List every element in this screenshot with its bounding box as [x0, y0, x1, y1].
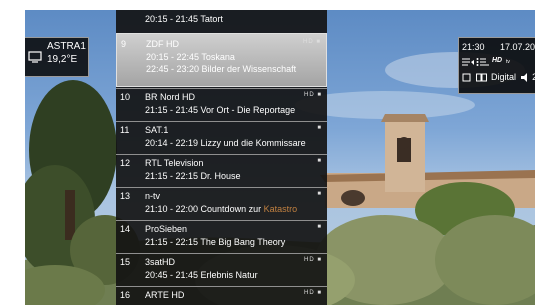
program-now-text: 20:14 - 22:19 Lizzy und die Kommissare: [145, 138, 306, 148]
channel-row[interactable]: 11 SAT.1 ■ 20:14 - 22:19 Lizzy und die Komm…: [116, 121, 327, 154]
speaker-icon: [520, 73, 527, 83]
status-info-row: Digital 2: [462, 72, 535, 83]
channel-number: 13: [120, 191, 131, 201]
channel-number: 11: [120, 125, 130, 135]
channel-number: 8: [120, 10, 125, 11]
program-now: 20:15 - 22:45 Toskana: [146, 52, 235, 62]
program-now: 20:14 - 22:19 Lizzy und die Kommissare: [145, 138, 306, 148]
program-now-text: 20:15 - 21:45 Tatort: [145, 14, 223, 24]
list-icon: [476, 58, 489, 66]
status-icons-row: HD tv: [462, 57, 534, 69]
channel-row[interactable]: 16 ARTE HD HD ■: [116, 286, 327, 305]
channel-number: 10: [120, 92, 131, 102]
channel-badges: ■: [317, 125, 322, 131]
channel-name: 3satHD: [145, 257, 176, 267]
channel-number: 9: [121, 39, 127, 49]
channel-name: BR Nord HD: [145, 92, 196, 102]
program-now: 20:15 - 21:45 Tatort: [145, 14, 223, 24]
channel-row[interactable]: 14 ProSieben ■ 21:15 - 22:15 The Big Bang T…: [116, 220, 327, 253]
program-now: 21:15 - 22:15 Dr. House: [145, 171, 241, 181]
program-now-text: 21:15 - 22:15 The Big Bang Theory: [145, 237, 286, 247]
channel-row[interactable]: 12 RTL Television ■ 21:15 - 22:15 Dr. House: [116, 154, 327, 187]
channel-name: ARTE HD: [145, 290, 185, 300]
channel-name: ZDF HD: [146, 39, 179, 49]
channel-name: n-tv: [145, 191, 161, 201]
channel-name: SAT.1: [145, 125, 169, 135]
program-next: 22:45 - 23:20 Bilder der Wissenschaft: [146, 64, 297, 74]
channel-name: Das Erste HD: [145, 10, 200, 11]
program-now-text: 21:10 - 22:00 Countdown zur: [145, 204, 264, 214]
channel-number: 16: [120, 290, 131, 300]
satellite-source-box: ASTRA1 19,2°E: [25, 37, 89, 77]
channel-list[interactable]: 8 Das Erste HD HD ■ 20:15 - 21:45 Tatort 9 ZD…: [116, 10, 327, 305]
subtitle-icon: [462, 58, 474, 66]
clock-date: 17.07.20: [500, 42, 535, 52]
hd-tv-icon: HD: [492, 57, 503, 64]
channel-row-selected[interactable]: 9 ZDF HD HD ■ 20:15 - 22:45 Toskana 22:45 - …: [116, 33, 327, 87]
channel-badges: ■: [317, 191, 322, 197]
program-now-text: 20:45 - 21:45 Erlebnis Natur: [145, 270, 258, 280]
antenna-icon: [462, 73, 471, 82]
channel-badges: ■: [317, 158, 322, 164]
tv-icon: [28, 51, 42, 63]
channel-number: 15: [120, 257, 131, 267]
satellite-name: ASTRA1: [47, 41, 86, 52]
channel-badges: HD ■: [304, 92, 322, 98]
channel-name: RTL Television: [145, 158, 204, 168]
program-now: 21:15 - 21:45 Vor Ort - Die Reportage: [145, 105, 295, 115]
tv-screen: ASTRA1 19,2°E 21:30 17.07.20 HD tv Digit…: [25, 10, 535, 305]
satellite-position: 19,2°E: [47, 54, 78, 65]
channel-row[interactable]: 15 3satHD HD ■ 20:45 - 21:45 Erlebnis Natur: [116, 253, 327, 286]
channel-badges: HD ■: [304, 257, 322, 263]
reception-mode: Digital: [491, 72, 517, 82]
channel-row[interactable]: 8Das Erste HDHD ■20:15 - 21:45 Tatort: [116, 10, 327, 24]
channel-badges: ■: [317, 224, 322, 230]
channel-badges: HD ■: [304, 290, 322, 296]
program-now-text: 21:15 - 22:15 Dr. House: [145, 171, 241, 181]
program-now-text: 21:15 - 21:45 Vor Ort - Die Reportage: [145, 105, 296, 115]
channel-row[interactable]: 13 n-tv ■ 21:10 - 22:00 Countdown zur Katas…: [116, 187, 327, 220]
program-now: 20:45 - 21:45 Erlebnis Natur: [145, 270, 258, 280]
program-now-overflow: Katastro: [263, 204, 298, 214]
program-now: 21:10 - 22:00 Countdown zur Katastro: [145, 204, 297, 214]
program-now-text: 20:15 - 22:45 Toskana: [146, 52, 235, 62]
channel-badges: HD ■: [303, 39, 321, 45]
channel-number: 14: [120, 224, 131, 234]
program-now: 21:15 - 22:15 The Big Bang Theory: [145, 237, 285, 247]
clock-time: 21:30: [462, 42, 485, 52]
channel-row[interactable]: 10 BR Nord HD HD ■ 21:15 - 21:45 Vor Ort - …: [116, 88, 327, 121]
channel-number: 12: [120, 158, 131, 168]
status-box: 21:30 17.07.20 HD tv Digital 2: [458, 37, 535, 94]
dolby-icon: [475, 73, 487, 82]
hd-tv-icon-suffix: tv: [506, 59, 510, 65]
channel-name: ProSieben: [145, 224, 188, 234]
